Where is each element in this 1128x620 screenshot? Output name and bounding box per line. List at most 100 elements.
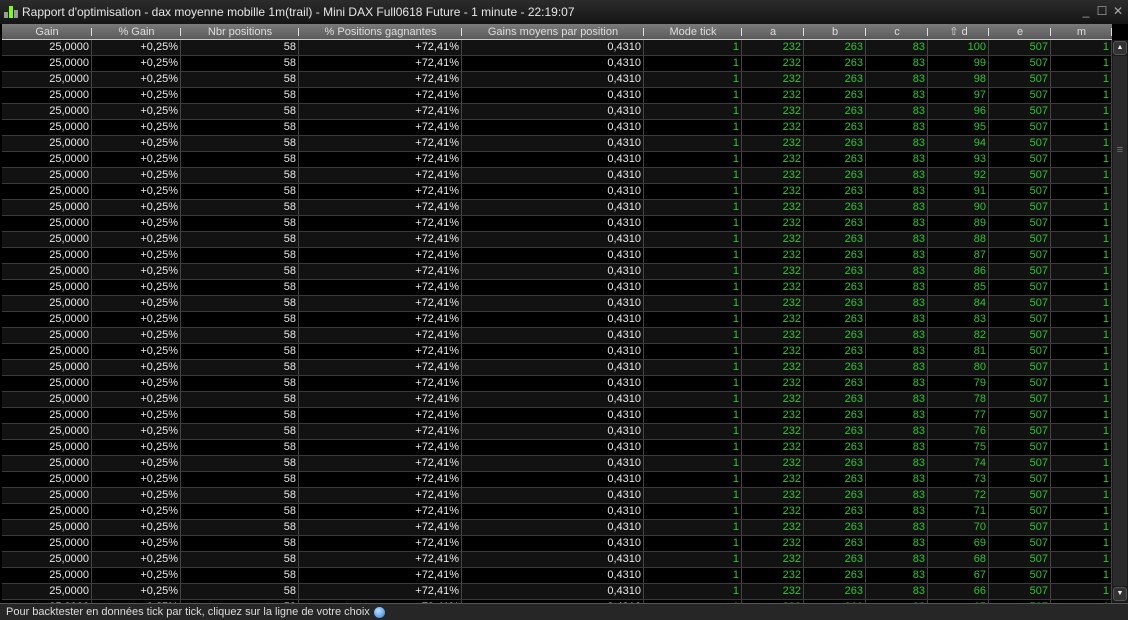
- table-cell: 507: [989, 584, 1051, 599]
- table-cell: +0,25%: [92, 232, 181, 247]
- table-cell: 25,0000: [2, 520, 92, 535]
- table-row[interactable]: 25,0000 +0,25% 58 +72,41% 0,4310 1 232 263 83 93 5…: [2, 152, 1112, 168]
- maximize-button[interactable]: ☐: [1096, 4, 1108, 18]
- column-header-6[interactable]: a: [742, 24, 804, 39]
- table-cell: 25,0000: [2, 568, 92, 583]
- table-row[interactable]: 25,0000 +0,25% 58 +72,41% 0,4310 1 232 263 83 80 5…: [2, 360, 1112, 376]
- table-row[interactable]: 25,0000 +0,25% 58 +72,41% 0,4310 1 232 263 83 95 5…: [2, 120, 1112, 136]
- table-cell: 263: [804, 104, 866, 119]
- table-row[interactable]: 25,0000 +0,25% 58 +72,41% 0,4310 1 232 263 83 68 5…: [2, 552, 1112, 568]
- scroll-down-button[interactable]: ▼: [1113, 587, 1127, 601]
- table-row[interactable]: 25,0000 +0,25% 58 +72,41% 0,4310 1 232 263 83 78 5…: [2, 392, 1112, 408]
- table-cell: 25,0000: [2, 120, 92, 135]
- vertical-scrollbar[interactable]: ▲ ≡ ▼: [1112, 40, 1128, 603]
- table-row[interactable]: 25,0000 +0,25% 58 +72,41% 0,4310 1 232 263 83 89 5…: [2, 216, 1112, 232]
- table-row[interactable]: 25,0000 +0,25% 58 +72,41% 0,4310 1 232 263 83 72 5…: [2, 488, 1112, 504]
- column-header-9[interactable]: ⇧ d: [928, 24, 989, 39]
- table-cell: 0,4310: [462, 232, 644, 247]
- table-cell: 263: [804, 456, 866, 471]
- table-row[interactable]: 25,0000 +0,25% 58 +72,41% 0,4310 1 232 263 83 85 5…: [2, 280, 1112, 296]
- table-cell: 83: [866, 472, 928, 487]
- table-cell: 25,0000: [2, 408, 92, 423]
- table-cell: 1: [1051, 440, 1112, 455]
- table-row[interactable]: 25,0000 +0,25% 58 +72,41% 0,4310 1 232 263 83 79 5…: [2, 376, 1112, 392]
- table-cell: 83: [866, 248, 928, 263]
- minimize-button[interactable]: _: [1080, 4, 1092, 18]
- title-bar: Rapport d'optimisation - dax moyenne mob…: [0, 0, 1128, 24]
- table-cell: 263: [804, 232, 866, 247]
- table-cell: 83: [866, 344, 928, 359]
- table-cell: +72,41%: [299, 328, 462, 343]
- table-cell: 25,0000: [2, 376, 92, 391]
- table-cell: 1: [1051, 376, 1112, 391]
- table-row[interactable]: 25,0000 +0,25% 58 +72,41% 0,4310 1 232 263 83 99 5…: [2, 56, 1112, 72]
- column-header-5[interactable]: Mode tick: [644, 24, 742, 39]
- table-cell: 1: [644, 168, 742, 183]
- column-header-2[interactable]: Nbr positions: [181, 24, 299, 39]
- table-row[interactable]: 25,0000 +0,25% 58 +72,41% 0,4310 1 232 263 83 86 5…: [2, 264, 1112, 280]
- table-cell: 86: [928, 264, 989, 279]
- table-row[interactable]: 25,0000 +0,25% 58 +72,41% 0,4310 1 232 263 83 90 5…: [2, 200, 1112, 216]
- table-cell: 83: [866, 216, 928, 231]
- table-cell: +0,25%: [92, 536, 181, 551]
- table-row[interactable]: 25,0000 +0,25% 58 +72,41% 0,4310 1 232 263 83 75 5…: [2, 440, 1112, 456]
- table-row[interactable]: 25,0000 +0,25% 58 +72,41% 0,4310 1 232 263 83 96 5…: [2, 104, 1112, 120]
- table-row[interactable]: 25,0000 +0,25% 58 +72,41% 0,4310 1 232 263 83 91 5…: [2, 184, 1112, 200]
- table-cell: 263: [804, 392, 866, 407]
- table-cell: +0,25%: [92, 568, 181, 583]
- table-cell: 25,0000: [2, 248, 92, 263]
- column-header-1[interactable]: % Gain: [92, 24, 181, 39]
- scroll-thumb[interactable]: ≡: [1113, 56, 1127, 586]
- column-header-7[interactable]: b: [804, 24, 866, 39]
- column-header-8[interactable]: c: [866, 24, 928, 39]
- column-header-11[interactable]: m: [1051, 24, 1112, 39]
- table-row[interactable]: 25,0000 +0,25% 58 +72,41% 0,4310 1 232 263 83 84 5…: [2, 296, 1112, 312]
- table-row[interactable]: 25,0000 +0,25% 58 +72,41% 0,4310 1 232 263 83 76 5…: [2, 424, 1112, 440]
- table-row[interactable]: 25,0000 +0,25% 58 +72,41% 0,4310 1 232 263 83 97 5…: [2, 88, 1112, 104]
- column-header-3[interactable]: % Positions gagnantes: [299, 24, 462, 39]
- table-cell: 507: [989, 88, 1051, 103]
- table-cell: 58: [181, 472, 299, 487]
- table-row[interactable]: 25,0000 +0,25% 58 +72,41% 0,4310 1 232 263 83 98 5…: [2, 72, 1112, 88]
- column-header-4[interactable]: Gains moyens par position: [462, 24, 644, 39]
- table-cell: 507: [989, 232, 1051, 247]
- table-row[interactable]: 25,0000 +0,25% 58 +72,41% 0,4310 1 232 263 83 70 5…: [2, 520, 1112, 536]
- table-row[interactable]: 25,0000 +0,25% 58 +72,41% 0,4310 1 232 263 83 92 5…: [2, 168, 1112, 184]
- table-cell: 0,4310: [462, 536, 644, 551]
- table-row[interactable]: 25,0000 +0,25% 58 +72,41% 0,4310 1 232 263 83 74 5…: [2, 456, 1112, 472]
- table-cell: 232: [742, 408, 804, 423]
- table-cell: +0,25%: [92, 296, 181, 311]
- table-row[interactable]: 25,0000 +0,25% 58 +72,41% 0,4310 1 232 263 83 77 5…: [2, 408, 1112, 424]
- table-cell: +0,25%: [92, 120, 181, 135]
- table-row[interactable]: 25,0000 +0,25% 58 +72,41% 0,4310 1 232 263 83 94 5…: [2, 136, 1112, 152]
- table-row[interactable]: 25,0000 +0,25% 58 +72,41% 0,4310 1 232 263 83 71 5…: [2, 504, 1112, 520]
- table-cell: 232: [742, 552, 804, 567]
- table-row[interactable]: 25,0000 +0,25% 58 +72,41% 0,4310 1 232 263 83 87 5…: [2, 248, 1112, 264]
- table-row[interactable]: 25,0000 +0,25% 58 +72,41% 0,4310 1 232 263 83 83 5…: [2, 312, 1112, 328]
- table-cell: 91: [928, 184, 989, 199]
- table-row[interactable]: 25,0000 +0,25% 58 +72,41% 0,4310 1 232 263 83 81 5…: [2, 344, 1112, 360]
- table-row[interactable]: 25,0000 +0,25% 58 +72,41% 0,4310 1 232 263 83 66 5…: [2, 584, 1112, 600]
- column-header-0[interactable]: Gain: [2, 24, 92, 39]
- table-cell: 1: [1051, 504, 1112, 519]
- table-row[interactable]: 25,0000 +0,25% 58 +72,41% 0,4310 1 232 263 83 73 5…: [2, 472, 1112, 488]
- table-cell: 232: [742, 168, 804, 183]
- table-cell: 507: [989, 344, 1051, 359]
- table-row[interactable]: 25,0000 +0,25% 58 +72,41% 0,4310 1 232 263 83 88 5…: [2, 232, 1112, 248]
- table-row[interactable]: 25,0000 +0,25% 58 +72,41% 0,4310 1 232 263 83 67 5…: [2, 568, 1112, 584]
- table-cell: +72,41%: [299, 584, 462, 599]
- table-cell: 58: [181, 40, 299, 55]
- table-cell: 0,4310: [462, 88, 644, 103]
- table-cell: 232: [742, 152, 804, 167]
- table-cell: 1: [644, 536, 742, 551]
- table-row[interactable]: 25,0000 +0,25% 58 +72,41% 0,4310 1 232 263 83 100…: [2, 40, 1112, 56]
- column-header-10[interactable]: e: [989, 24, 1051, 39]
- scroll-up-button[interactable]: ▲: [1113, 41, 1127, 55]
- table-cell: 0,4310: [462, 424, 644, 439]
- table-cell: 507: [989, 104, 1051, 119]
- close-button[interactable]: ✕: [1112, 4, 1124, 18]
- results-table: Gain % Gain Nbr positions % Positions gagna…: [2, 24, 1112, 603]
- table-row[interactable]: 25,0000 +0,25% 58 +72,41% 0,4310 1 232 263 83 69 5…: [2, 536, 1112, 552]
- table-cell: 1: [1051, 152, 1112, 167]
- table-row[interactable]: 25,0000 +0,25% 58 +72,41% 0,4310 1 232 263 83 82 5…: [2, 328, 1112, 344]
